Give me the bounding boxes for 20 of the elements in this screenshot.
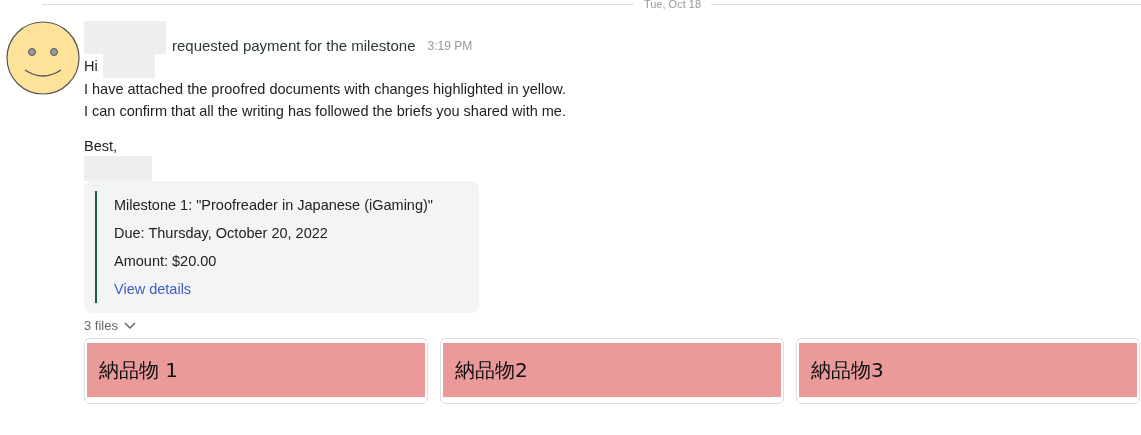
message-time: 3:19 PM	[427, 39, 473, 54]
milestone-title: Milestone 1: "Proofreader in Japanese (iGaming)"	[114, 196, 434, 215]
file-name: 納品物3	[799, 343, 1137, 397]
file-name: 納品物 1	[87, 343, 425, 397]
milestone-amount: Amount: $20.00	[114, 252, 218, 271]
message-header: requested payment for the milestone	[172, 37, 416, 54]
greeting: Hi	[84, 57, 98, 76]
milestone-due: Due: Thursday, October 20, 2022	[114, 224, 329, 243]
file-card[interactable]: 納品物 1	[84, 338, 428, 404]
message-text: I have attached the proofred documents with changes highlighted in yellow.	[84, 80, 567, 99]
message-text: I can confirm that all the writing has followed the briefs you shared with me.	[84, 102, 566, 121]
date-divider: Tue, Oct 18	[643, 0, 701, 10]
avatar-icon	[5, 20, 81, 96]
file-card[interactable]: 納品物3	[796, 338, 1140, 404]
file-name: 納品物2	[443, 343, 781, 397]
chevron-icon	[123, 321, 136, 330]
view-details-link[interactable]: View details	[114, 275, 459, 303]
files-toggle[interactable]: 3 files	[84, 318, 136, 333]
signoff: Best,	[84, 137, 118, 156]
file-card[interactable]: 納品物2	[440, 338, 784, 404]
